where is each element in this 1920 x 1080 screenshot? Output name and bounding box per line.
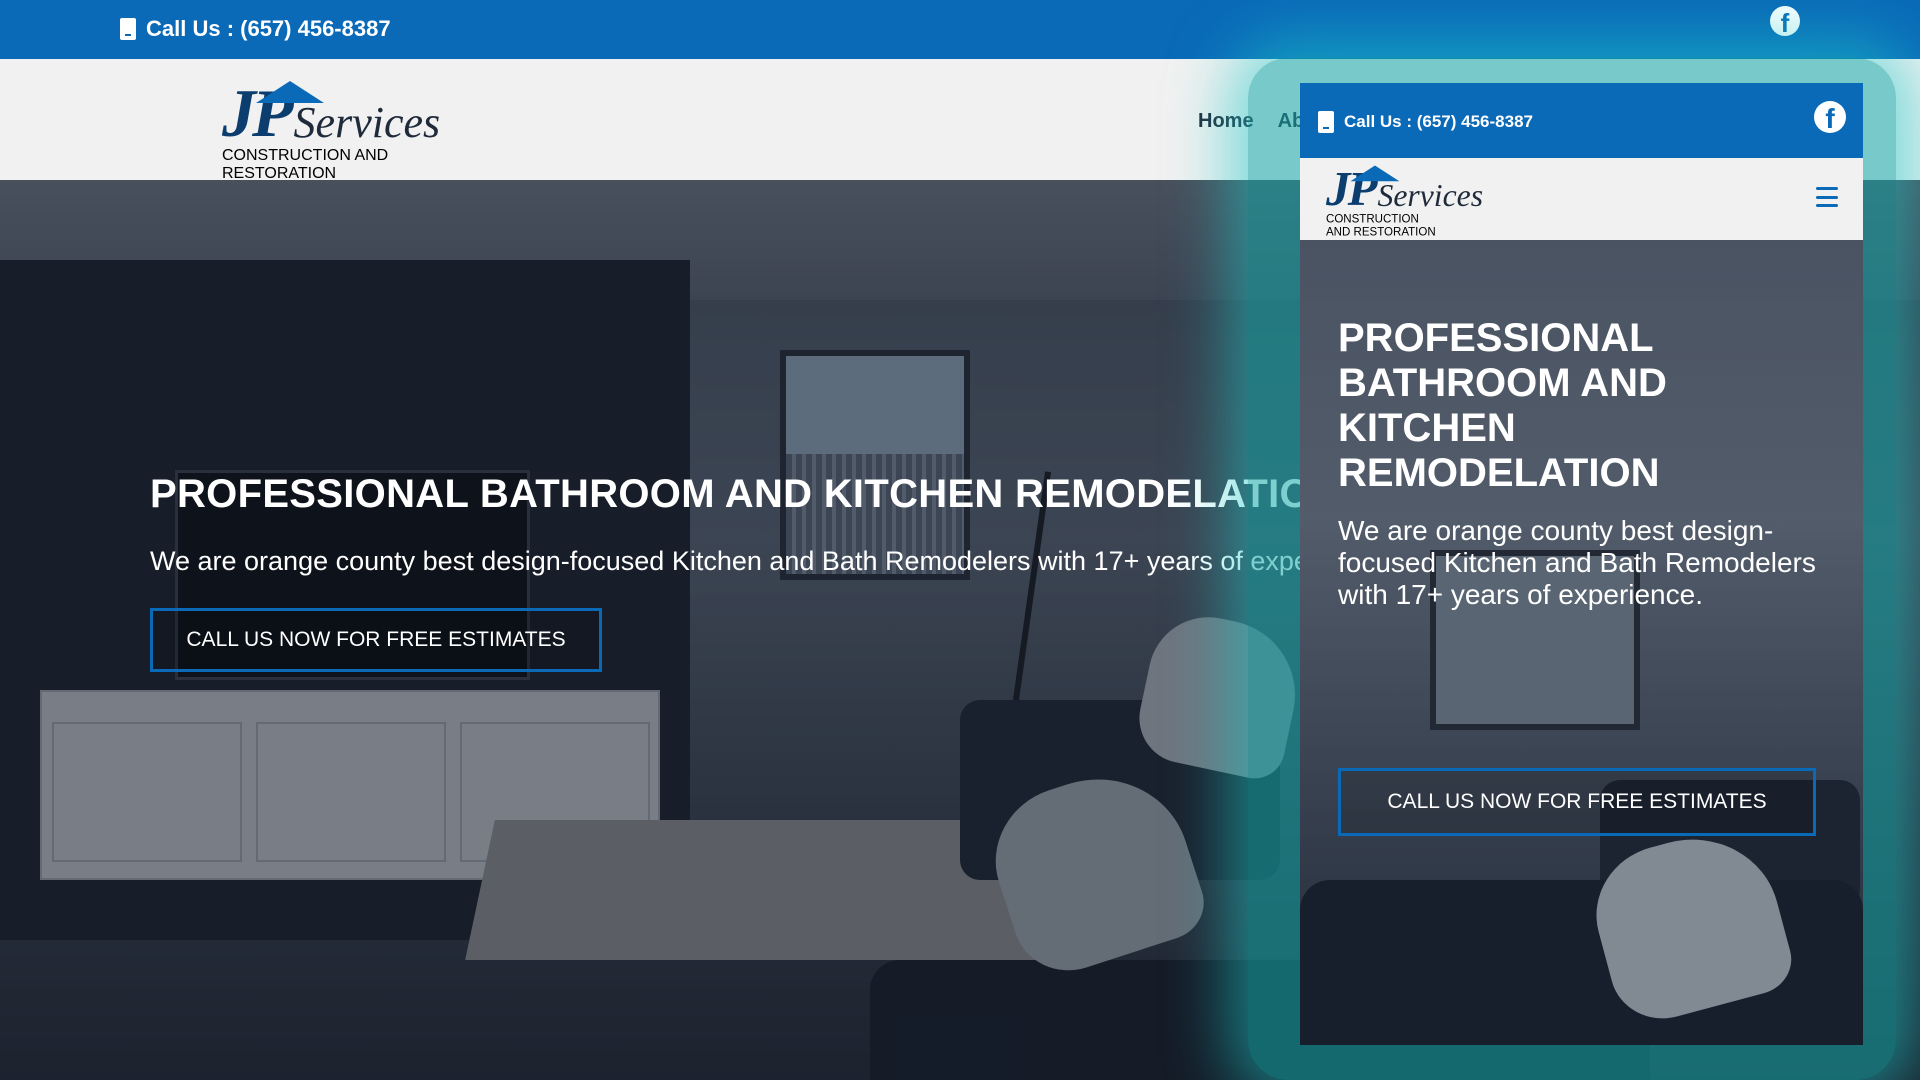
phone-icon: [1318, 111, 1334, 133]
mobile-site-logo[interactable]: JP Services CONSTRUCTION AND RESTORATION: [1326, 161, 1483, 238]
phone-icon: [120, 18, 136, 40]
mobile-hero-title: PROFESSIONAL BATHROOM AND KITCHEN REMODE…: [1338, 316, 1667, 495]
logo-name: Services: [1377, 177, 1484, 213]
phone-label: Call Us : (657) 456-8387: [146, 16, 391, 41]
top-bar: Call Us : (657) 456-8387 f: [0, 0, 1920, 59]
nav-item-home[interactable]: Home: [1198, 110, 1254, 133]
logo-initials: JP: [222, 75, 324, 151]
phone-link[interactable]: Call Us : (657) 456-8387: [120, 16, 391, 42]
mobile-hero-subtitle: We are orange county best design-focused…: [1338, 515, 1816, 610]
mobile-free-estimate-button[interactable]: CALL US NOW FOR FREE ESTIMATES: [1338, 768, 1816, 836]
mobile-preview: Call Us : (657) 456-8387 f JP Services C…: [1300, 83, 1863, 1045]
mobile-top-bar: Call Us : (657) 456-8387 f: [1300, 83, 1863, 158]
free-estimate-button[interactable]: CALL US NOW FOR FREE ESTIMATES: [150, 608, 602, 672]
logo-initials: JP: [1326, 161, 1399, 216]
mobile-hero-section: PROFESSIONAL BATHROOM AND KITCHEN REMODE…: [1300, 240, 1863, 1045]
facebook-icon[interactable]: f: [1814, 101, 1846, 133]
mobile-phone-link[interactable]: Call Us : (657) 456-8387: [1318, 111, 1533, 133]
mobile-header: JP Services CONSTRUCTION AND RESTORATION: [1300, 158, 1863, 240]
hero-subtitle: We are orange county best design-focused…: [150, 546, 1300, 576]
hero-title: PROFESSIONAL BATHROOM AND KITCHEN REMODE…: [150, 472, 1300, 516]
facebook-icon[interactable]: f: [1770, 6, 1800, 36]
hamburger-menu-icon[interactable]: [1816, 187, 1838, 207]
logo-tagline: CONSTRUCTION AND RESTORATION: [222, 147, 389, 182]
logo-name: Services: [293, 97, 441, 147]
logo-tagline: CONSTRUCTION AND RESTORATION: [1326, 212, 1436, 239]
mobile-phone-label: Call Us : (657) 456-8387: [1344, 112, 1533, 131]
site-logo[interactable]: JP Services CONSTRUCTION AND RESTORATION: [222, 75, 442, 182]
